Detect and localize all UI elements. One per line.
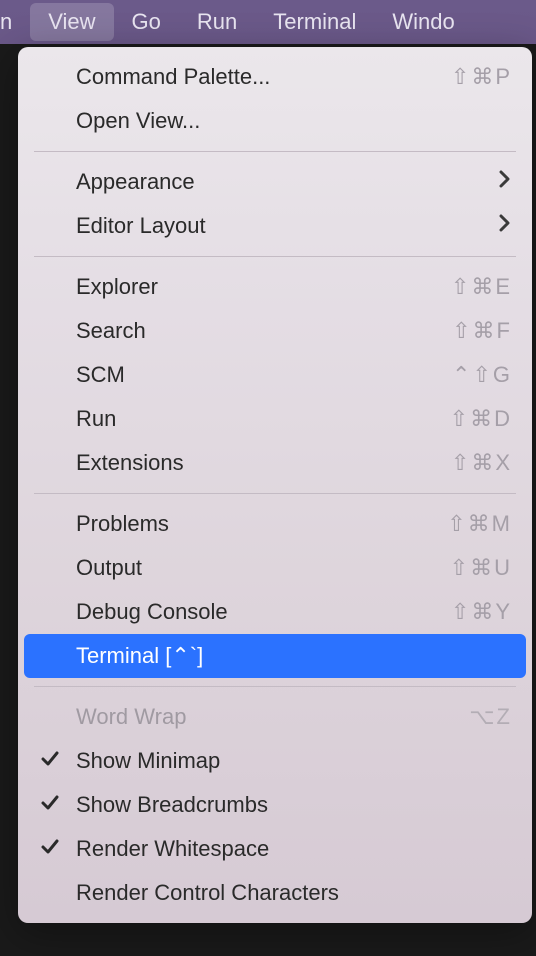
menubar: n View Go Run Terminal Windo xyxy=(0,0,536,44)
menu-label: Show Minimap xyxy=(76,748,512,774)
menu-label: Problems xyxy=(76,511,447,537)
check-icon xyxy=(40,748,60,774)
menu-item-render-whitespace[interactable]: Render Whitespace xyxy=(18,827,532,871)
menu-shortcut: ⌃⇧G xyxy=(452,362,512,388)
menu-label: Editor Layout xyxy=(76,213,498,239)
menu-shortcut: ⇧⌘P xyxy=(451,64,512,90)
menu-shortcut: ⌥Z xyxy=(469,704,512,730)
menu-shortcut: ⇧⌘E xyxy=(451,274,512,300)
menu-label: Search xyxy=(76,318,452,344)
menubar-item-run[interactable]: Run xyxy=(179,3,255,41)
menu-label: Appearance xyxy=(76,169,498,195)
menu-shortcut: ⇧⌘Y xyxy=(451,599,512,625)
menu-label: Extensions xyxy=(76,450,451,476)
check-icon xyxy=(40,836,60,862)
menu-item-open-view[interactable]: Open View... xyxy=(18,99,532,143)
menubar-item-label: Windo xyxy=(392,9,454,34)
menu-label: Output xyxy=(76,555,450,581)
menu-item-debug-console[interactable]: Debug Console ⇧⌘Y xyxy=(18,590,532,634)
menu-item-appearance[interactable]: Appearance xyxy=(18,160,532,204)
menubar-item-window[interactable]: Windo xyxy=(374,3,472,41)
check-icon xyxy=(40,792,60,818)
menu-label: Terminal [⌃`] xyxy=(76,643,512,669)
menubar-item-label: n xyxy=(0,9,12,34)
menu-item-render-control-characters[interactable]: Render Control Characters xyxy=(18,871,532,915)
menubar-item-partial[interactable]: n xyxy=(0,3,30,41)
menu-separator xyxy=(34,686,516,687)
menu-label: Open View... xyxy=(76,108,512,134)
menu-label: Run xyxy=(76,406,450,432)
menubar-item-label: Run xyxy=(197,9,237,34)
menu-item-problems[interactable]: Problems ⇧⌘M xyxy=(18,502,532,546)
menu-label: Render Control Characters xyxy=(76,880,512,906)
menubar-item-view[interactable]: View xyxy=(30,3,113,41)
view-dropdown-menu: Command Palette... ⇧⌘P Open View... Appe… xyxy=(18,47,532,923)
menu-separator xyxy=(34,151,516,152)
menu-label: Word Wrap xyxy=(76,704,469,730)
menu-shortcut: ⇧⌘M xyxy=(447,511,512,537)
menubar-item-go[interactable]: Go xyxy=(114,3,179,41)
menu-label: Command Palette... xyxy=(76,64,451,90)
menu-item-run[interactable]: Run ⇧⌘D xyxy=(18,397,532,441)
menubar-item-label: Terminal xyxy=(273,9,356,34)
menu-item-command-palette[interactable]: Command Palette... ⇧⌘P xyxy=(18,55,532,99)
menu-label: Show Breadcrumbs xyxy=(76,792,512,818)
menu-label: Render Whitespace xyxy=(76,836,512,862)
menu-item-scm[interactable]: SCM ⌃⇧G xyxy=(18,353,532,397)
menu-item-editor-layout[interactable]: Editor Layout xyxy=(18,204,532,248)
menu-shortcut: ⇧⌘X xyxy=(451,450,512,476)
menu-item-word-wrap: Word Wrap ⌥Z xyxy=(18,695,532,739)
menu-label: SCM xyxy=(76,362,452,388)
menu-separator xyxy=(34,256,516,257)
menubar-item-label: View xyxy=(48,9,95,34)
menu-item-show-minimap[interactable]: Show Minimap xyxy=(18,739,532,783)
menu-item-show-breadcrumbs[interactable]: Show Breadcrumbs xyxy=(18,783,532,827)
menu-item-extensions[interactable]: Extensions ⇧⌘X xyxy=(18,441,532,485)
menu-separator xyxy=(34,493,516,494)
menubar-item-terminal[interactable]: Terminal xyxy=(255,3,374,41)
chevron-right-icon xyxy=(498,169,512,195)
chevron-right-icon xyxy=(498,213,512,239)
menu-shortcut: ⇧⌘D xyxy=(450,406,512,432)
menu-label: Debug Console xyxy=(76,599,451,625)
menubar-item-label: Go xyxy=(132,9,161,34)
menu-item-explorer[interactable]: Explorer ⇧⌘E xyxy=(18,265,532,309)
menu-label: Explorer xyxy=(76,274,451,300)
menu-item-search[interactable]: Search ⇧⌘F xyxy=(18,309,532,353)
menu-item-terminal[interactable]: Terminal [⌃`] xyxy=(24,634,526,678)
menu-item-output[interactable]: Output ⇧⌘U xyxy=(18,546,532,590)
menu-shortcut: ⇧⌘F xyxy=(452,318,512,344)
menu-shortcut: ⇧⌘U xyxy=(450,555,512,581)
